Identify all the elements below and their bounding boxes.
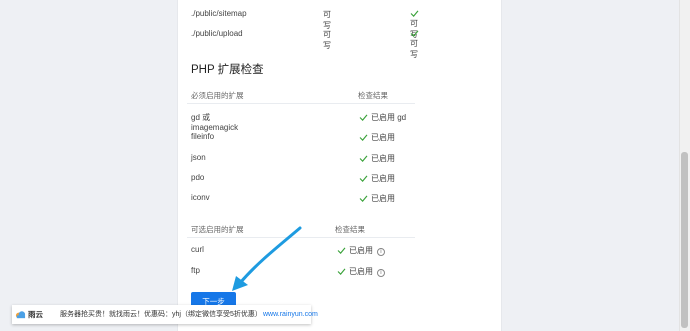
extension-result-text: 已启用: [349, 246, 373, 255]
extension-result: 已启用: [359, 173, 395, 184]
check-icon: [359, 114, 368, 121]
info-icon[interactable]: i: [377, 269, 385, 277]
check-icon: [359, 195, 368, 202]
extension-result-text: 已启用: [371, 174, 395, 183]
extension-name: iconv: [191, 193, 210, 202]
install-check-card: [177, 0, 502, 331]
extension-result-text: 已启用: [371, 154, 395, 163]
extension-result: 已启用: [359, 153, 395, 164]
permission-current-text: 可写: [410, 39, 418, 59]
permission-required: 可写: [323, 30, 331, 50]
extension-name: pdo: [191, 173, 205, 182]
extension-name: json: [191, 153, 206, 162]
extension-name: gd 或 imagemagick: [191, 113, 239, 132]
permission-path: ./public/upload: [191, 29, 243, 38]
ad-watermark-banner: 雨云 服务器抢买贵！就找雨云！优惠码：yhj（绑定微信享受5折优惠） www.r…: [12, 305, 318, 324]
watermark-text: 服务器抢买贵！就找雨云！优惠码：yhj（绑定微信享受5折优惠）: [60, 311, 262, 318]
watermark-brand: 雨云: [28, 310, 43, 319]
header-result: 检查结果: [335, 225, 365, 234]
check-icon: [359, 134, 368, 141]
info-icon[interactable]: i: [377, 248, 385, 256]
extension-result: 已启用 gd: [359, 112, 406, 123]
scrollbar-thumb[interactable]: [681, 152, 688, 328]
extension-result: 已启用: [359, 132, 395, 143]
extension-result-text: 已启用: [349, 267, 373, 276]
extension-name: ftp: [191, 266, 200, 275]
check-icon: [337, 268, 346, 275]
section-title: PHP 扩展检查: [191, 64, 264, 76]
required-table-header: 必须启用的扩展 检查结果: [187, 90, 415, 104]
permission-path: ./public/sitemap: [191, 9, 247, 18]
extension-name: curl: [191, 245, 204, 254]
extension-result: 已启用 i: [337, 266, 385, 277]
optional-table-header: 可选启用的扩展 检查结果: [187, 224, 415, 238]
check-icon: [410, 30, 419, 37]
permission-current: 可写: [410, 29, 422, 60]
check-icon: [359, 175, 368, 182]
header-result: 检查结果: [358, 91, 388, 100]
permission-required: 可写: [323, 10, 331, 30]
extension-result: 已启用: [359, 193, 395, 204]
extension-result: 已启用 i: [337, 245, 385, 256]
header-extension: 必须启用的扩展: [191, 91, 244, 100]
check-icon: [410, 10, 419, 17]
check-icon: [337, 247, 346, 254]
extension-result-text: 已启用 gd: [371, 113, 407, 122]
watermark-url[interactable]: www.rainyun.com: [263, 305, 318, 324]
extension-result-text: 已启用: [371, 194, 395, 203]
extension-name: fileinfo: [191, 132, 215, 141]
check-icon: [359, 155, 368, 162]
cloud-logo-icon: [15, 311, 26, 319]
header-extension: 可选启用的扩展: [191, 225, 244, 234]
extension-result-text: 已启用: [371, 133, 395, 142]
